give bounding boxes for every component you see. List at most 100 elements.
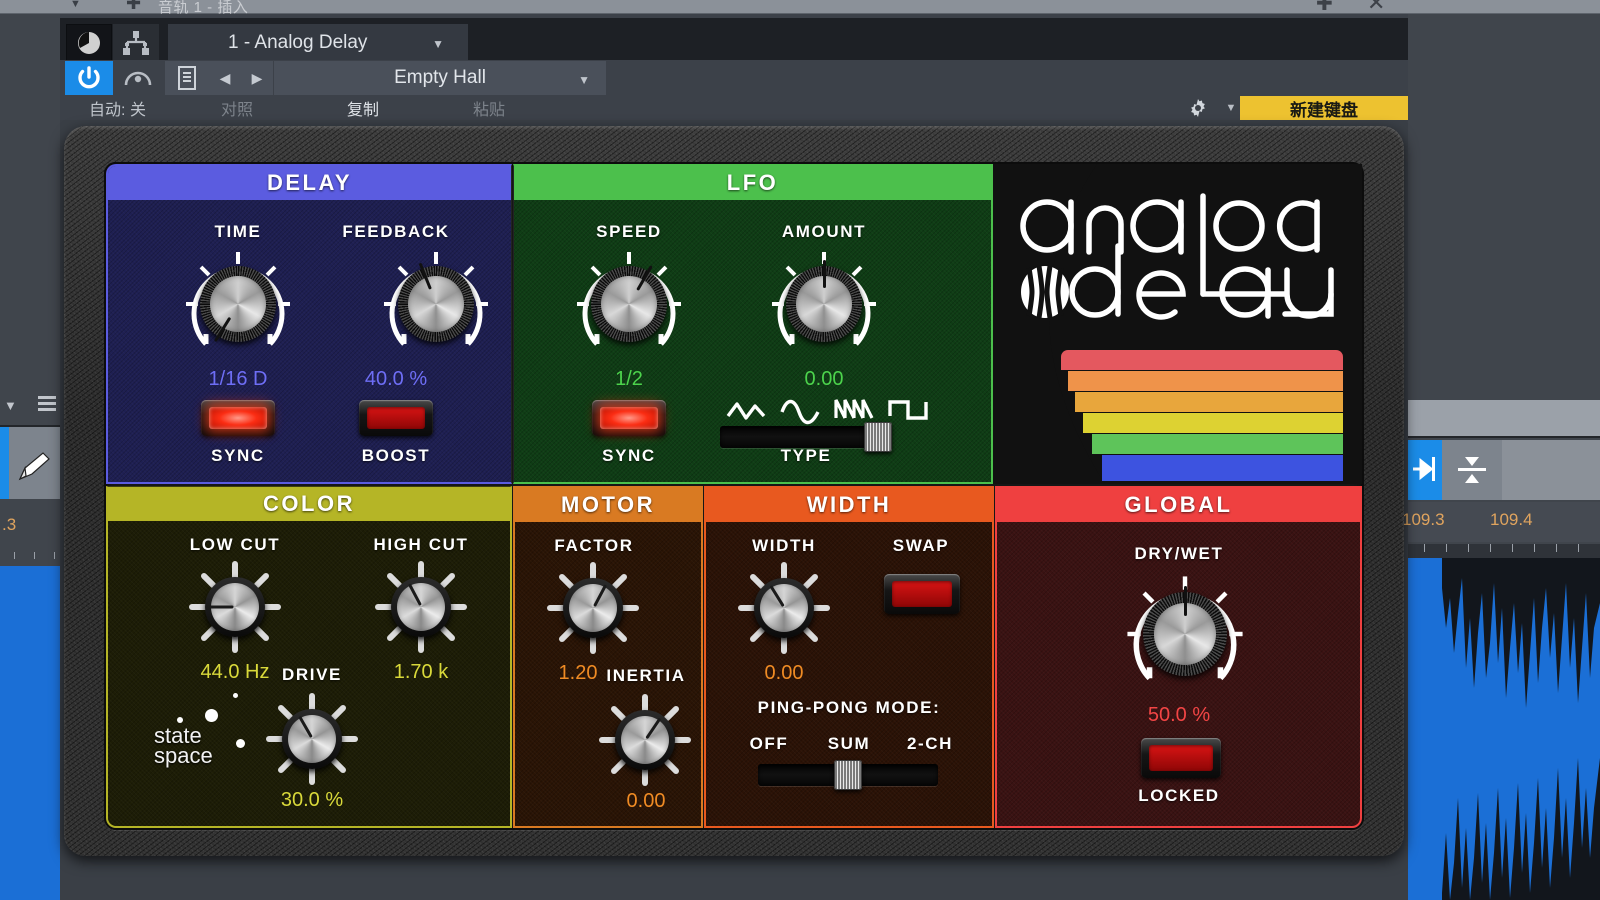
power-icon [76,65,102,91]
brand-dot [205,709,218,722]
amount-knob-label: AMOUNT [729,222,919,242]
lfo-sync-label: SYNC [539,446,719,466]
titlebar-add-icon[interactable]: ✚ [126,0,141,14]
feedback-knob-label: FEEDBACK [306,222,486,242]
plugin-slot-selector[interactable]: 1 - Analog Delay ▼ [168,24,468,62]
panel-motor-title: MOTOR [515,488,701,522]
plugin-slot-name: 1 - Analog Delay [228,32,367,54]
triangle-wave-icon[interactable] [724,396,768,426]
speed-knob-label: SPEED [539,222,719,242]
amount-knob[interactable] [768,248,880,360]
sidechain-icon [123,67,153,89]
preset-name: Empty Hall [394,67,486,89]
titlebar-caret-icon[interactable]: ▼ [70,0,81,10]
knob-face [621,716,669,764]
gear-icon [1189,99,1207,117]
swap-led-button[interactable] [884,574,960,614]
audio-waveform-right [1442,558,1600,900]
preset-list-button[interactable] [165,61,209,95]
square-wave-icon[interactable] [886,394,930,424]
sync-led-button[interactable] [201,400,275,436]
time-knob-label: TIME [158,222,318,242]
compare-button[interactable]: 对照 [177,96,297,120]
drive-knob-label: DRIVE [242,665,382,685]
routing-button[interactable] [113,24,159,62]
daw-toolbar-space [1502,440,1600,500]
panel-lfo-body: SPEED 1/2 SYNC AMOUNT [514,200,991,482]
split-icon [1452,452,1492,488]
bypass-knob-button[interactable] [66,24,112,62]
panel-motor: MOTOR FACTOR 1.20 INERTIA [513,486,703,828]
pingpong-option-off[interactable]: OFF [734,734,804,754]
speed-knob[interactable] [573,248,685,360]
automation-button[interactable]: 自动: 关 [65,96,170,120]
preset-prev-button[interactable]: ◀ [209,61,241,95]
panel-color-body: LOW CUT 44.0 Hz HIGH CUT [108,521,510,826]
panel-logo: analog delay [993,164,1362,484]
analog-delay-plugin: DELAY TIME 1/16 D SYNC [64,126,1404,856]
drywet-knob[interactable] [1123,572,1247,696]
preset-next-button[interactable]: ▶ [241,61,273,95]
locked-led-button[interactable] [1141,738,1221,778]
knob-face [408,276,464,332]
brand-line-2: space [154,743,213,768]
factor-knob-label: FACTOR [519,536,669,556]
width-knob-label: WIDTH [714,536,854,556]
pingpong-slider-handle[interactable] [834,760,862,790]
knob-pointer [209,606,233,609]
lowcut-knob[interactable] [189,561,281,653]
plugin-header: 1 - Analog Delay ▼ ◀ ▶ Empty Hall [60,14,1408,120]
time-knob[interactable] [182,248,294,360]
time-value: 1/16 D [158,368,318,391]
lfo-type-slider[interactable] [720,426,892,448]
track-dropdown-arrow-icon[interactable]: ▼ [4,398,17,413]
highcut-knob-label: HIGH CUT [336,535,506,555]
timeline-ruler-right[interactable] [1408,544,1600,558]
panel-lfo: LFO SPEED 1/2 SYNC A [513,164,993,484]
lfo-type-label: TYPE [720,446,892,466]
inertia-value: 0.00 [581,790,703,813]
speed-value: 1/2 [539,368,719,391]
saw-wave-icon[interactable] [832,394,876,424]
panel-width-body: WIDTH 0.00 SWAP PING-PONG MODE: OF [706,522,992,826]
track-selection-strip [0,427,9,499]
feedback-knob[interactable] [380,248,492,360]
plugin-inner-panel: DELAY TIME 1/16 D SYNC [104,162,1364,830]
preset-selector[interactable]: Empty Hall ▼ [274,61,606,95]
brand-dot [233,693,238,698]
panel-global: GLOBAL DRY/WET 50.0 % LOCKE [995,486,1362,828]
plugin-sidechain-button[interactable] [114,61,162,95]
routing-icon [120,29,152,57]
width-knob[interactable] [738,562,830,654]
width-value: 0.00 [714,662,854,685]
audio-waveform-left [0,566,60,900]
knob-face [210,276,266,332]
analog-logo-wordmark [1017,184,1347,324]
settings-button[interactable] [1180,96,1216,120]
panel-global-body: DRY/WET 50.0 % LOCKED [997,522,1360,826]
chevron-down-icon: ▼ [578,73,590,87]
panel-width-title: WIDTH [706,488,992,522]
copy-button[interactable]: 复制 [303,96,423,120]
plugin-power-button[interactable] [65,61,113,95]
boost-led-button[interactable] [359,400,433,436]
plugin-action-row: 自动: 关 对照 复制 粘贴 ▼ 新建键盘 [60,96,1408,120]
pingpong-mode-label: PING-PONG MODE: [716,698,982,718]
inertia-knob[interactable] [599,694,691,786]
feedback-value: 40.0 % [306,368,486,391]
knob-face [569,584,617,632]
knob-pointer [1184,586,1187,616]
drive-knob[interactable] [266,693,358,785]
lfo-sync-led-button[interactable] [592,400,666,436]
new-keyboard-button[interactable]: 新建键盘 [1240,96,1408,120]
panel-color-title: COLOR [108,487,510,521]
panel-global-title: GLOBAL [997,488,1360,522]
track-menu-icon[interactable] [38,396,56,410]
paste-button[interactable]: 粘贴 [429,96,549,120]
sine-wave-icon[interactable] [778,396,822,426]
highcut-knob[interactable] [375,561,467,653]
pingpong-slider[interactable] [758,764,938,786]
pingpong-option-sum[interactable]: SUM [814,734,884,754]
factor-knob[interactable] [547,562,639,654]
pingpong-option-2ch[interactable]: 2-CH [894,734,966,754]
